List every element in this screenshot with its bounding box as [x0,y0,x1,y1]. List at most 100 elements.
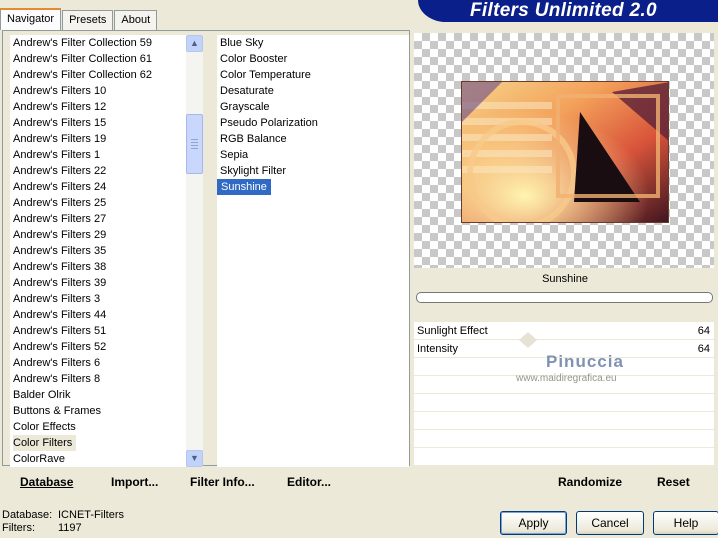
category-item[interactable]: ColorRave [10,451,73,467]
category-item[interactable]: Andrew's Filters 27 [10,211,106,227]
category-item-label: Color Filters [13,435,77,451]
category-item-label: Color Effects [13,421,76,433]
tab-navigator[interactable]: Navigator [0,8,62,30]
category-item-label: Andrew's Filters 39 [13,277,107,289]
category-item-label: Buttons & Frames [13,405,102,417]
apply-button[interactable]: Apply [500,511,567,535]
category-scrollbar[interactable]: ▲ ▼ [186,35,203,467]
category-item[interactable]: Andrew's Filters 51 [10,323,106,339]
category-item[interactable]: Balder Olrik [10,387,73,403]
filter-item[interactable]: Skylight Filter [217,163,409,179]
slider-handle[interactable] [519,340,537,348]
database-label: Database: [2,509,53,521]
category-item[interactable]: Andrew's Filters 12 [10,99,106,115]
category-item[interactable]: Color Effects [10,419,76,435]
tab-strip: Navigator Presets About [0,8,158,30]
category-item[interactable]: Andrew's Filters 1 [10,147,100,163]
category-item-label: Andrew's Filters 29 [13,229,107,241]
editor-button[interactable]: Editor... [287,475,331,489]
category-list[interactable]: Andrew's Filter Collection 59 Andrew's Fi… [10,35,186,467]
scroll-thumb[interactable] [186,114,203,174]
category-item[interactable]: Color Filters [10,435,77,451]
filter-item-label: RGB Balance [220,133,287,145]
category-item[interactable]: Andrew's Filters 39 [10,275,106,291]
category-item-label: Andrew's Filters 3 [13,293,101,305]
category-item-label: Andrew's Filters 12 [13,101,107,113]
filter-item-label: Color Temperature [220,69,311,81]
category-item-label: Andrew's Filters 8 [13,373,101,385]
slider-label: Sunlight Effect [417,325,488,337]
slider-handle[interactable] [519,332,537,340]
navigator-button-bar: Database Import... Filter Info... Editor… [2,466,410,494]
tab-about[interactable]: About [114,10,158,30]
category-item-label: Andrew's Filters 6 [13,357,101,369]
randomize-button[interactable]: Randomize [558,475,622,489]
filters-count-value: 1197 [58,522,82,534]
category-item-label: Andrew's Filters 15 [13,117,107,129]
filter-item[interactable]: Color Temperature [217,67,409,83]
category-item-label: Andrew's Filter Collection 59 [13,37,153,49]
category-item-label: Andrew's Filters 44 [13,309,107,321]
filter-item[interactable]: Desaturate [217,83,409,99]
tab-presets[interactable]: Presets [62,10,114,30]
watermark-name: Pinuccia [546,352,624,371]
category-item[interactable]: Andrew's Filters 10 [10,83,106,99]
filter-item[interactable]: Color Booster [217,51,409,67]
slider-panel: Sunlight Effect 64 Intensity 64 [414,322,714,466]
filter-item-label: Desaturate [220,85,274,97]
filter-item[interactable]: Pseudo Polarization [217,115,409,131]
category-item[interactable]: Andrew's Filters 35 [10,243,106,259]
filter-info-button[interactable]: Filter Info... [190,475,255,489]
category-item-label: Andrew's Filters 52 [13,341,107,353]
category-item-label: Andrew's Filters 51 [13,325,107,337]
category-item[interactable]: Andrew's Filters 15 [10,115,106,131]
category-item[interactable]: Andrew's Filters 25 [10,195,106,211]
category-item[interactable]: Andrew's Filters 29 [10,227,106,243]
database-value: ICNET-Filters [58,509,124,521]
category-item-label: Andrew's Filters 10 [13,85,107,97]
category-item-label: Andrew's Filters 19 [13,133,107,145]
filter-item[interactable]: RGB Balance [217,131,409,147]
scroll-up-button[interactable]: ▲ [186,35,203,52]
reset-button[interactable]: Reset [657,475,690,489]
category-item-label: Andrew's Filters 24 [13,181,107,193]
filter-item-label: Pseudo Polarization [220,117,318,129]
filter-item-label: Sepia [220,149,249,161]
category-item[interactable]: Andrew's Filters 3 [10,291,100,307]
category-item[interactable]: Buttons & Frames [10,403,101,419]
category-item-label: Andrew's Filters 38 [13,261,107,273]
category-item-label: Andrew's Filters 35 [13,245,107,257]
filter-list[interactable]: Blue Sky Color Booster Color Temperature De… [217,35,409,467]
category-item[interactable]: Andrew's Filters 24 [10,179,106,195]
help-button[interactable]: Help [653,511,718,535]
database-button[interactable]: Database [20,475,73,489]
filter-item[interactable]: Blue Sky [217,35,409,51]
slider-row[interactable]: Sunlight Effect 64 [414,322,714,340]
filters-count-label: Filters: [2,522,35,534]
category-item[interactable]: Andrew's Filter Collection 62 [10,67,152,83]
category-item[interactable]: Andrew's Filters 8 [10,371,100,387]
category-item-label: Andrew's Filters 1 [13,149,101,161]
filter-item[interactable]: Sepia [217,147,409,163]
import-button[interactable]: Import... [111,475,158,489]
category-item[interactable]: Andrew's Filters 38 [10,259,106,275]
slider-track[interactable] [490,322,640,340]
category-item[interactable]: Andrew's Filters 19 [10,131,106,147]
category-item[interactable]: Andrew's Filter Collection 61 [10,51,152,67]
category-item[interactable]: Andrew's Filters 6 [10,355,100,371]
app-banner: Filters Unlimited 2.0 [418,0,718,22]
filter-item[interactable]: Sunshine [217,179,409,195]
filter-item-label: Skylight Filter [220,165,287,177]
scroll-down-button[interactable]: ▼ [186,450,203,467]
category-item[interactable]: Andrew's Filter Collection 59 [10,35,152,51]
filter-item[interactable]: Grayscale [217,99,409,115]
slider-value: 64 [697,343,710,355]
category-item[interactable]: Andrew's Filters 22 [10,163,106,179]
cancel-button[interactable]: Cancel [576,511,644,535]
filter-item-label: Sunshine [217,179,271,195]
category-item[interactable]: Andrew's Filters 52 [10,339,106,355]
category-item-label: Balder Olrik [13,389,71,401]
category-item-label: Andrew's Filters 27 [13,213,107,225]
category-item[interactable]: Andrew's Filters 44 [10,307,106,323]
watermark-url: www.maidiregrafica.eu [516,373,617,384]
